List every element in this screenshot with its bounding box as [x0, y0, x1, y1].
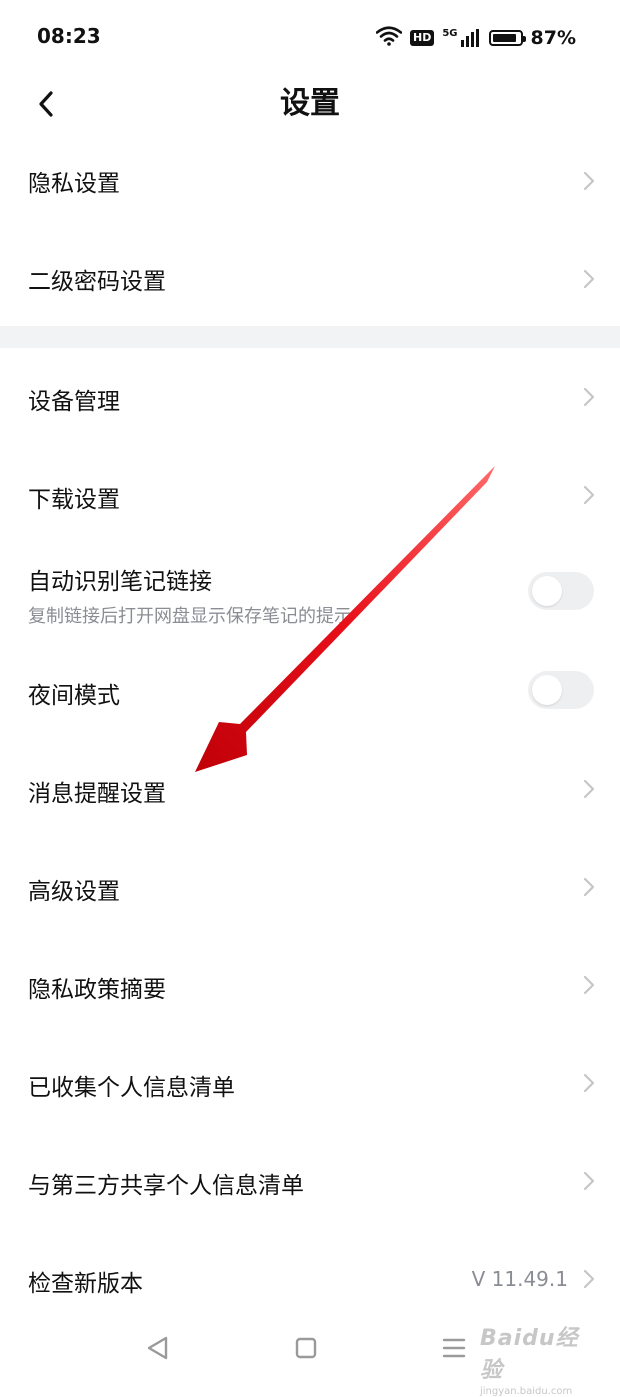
- settings-item-notification[interactable]: 消息提醒设置: [0, 740, 620, 838]
- settings-item-label: 高级设置: [28, 879, 120, 905]
- night-mode-toggle[interactable]: [528, 671, 594, 709]
- toggle-knob: [532, 675, 562, 705]
- menu-lines-icon: [442, 1338, 466, 1358]
- settings-item-label: 与第三方共享个人信息清单: [28, 1173, 304, 1199]
- settings-item-description: 复制链接后打开网盘显示保存笔记的提示: [28, 606, 352, 627]
- settings-item-collected-info-list[interactable]: 已收集个人信息清单: [0, 1034, 620, 1132]
- square-home-icon: [295, 1337, 317, 1359]
- settings-item-label: 消息提醒设置: [28, 781, 166, 807]
- settings-item-label: 下载设置: [28, 487, 120, 513]
- settings-item-night-mode: 夜间模式: [0, 644, 620, 742]
- chevron-right-icon: [583, 1073, 595, 1093]
- chevron-right-icon: [583, 1171, 595, 1191]
- chevron-right-icon: [583, 485, 595, 505]
- system-back-button[interactable]: [140, 1330, 176, 1366]
- chevron-right-icon: [583, 269, 595, 289]
- baidu-watermark: Baidu经验 jingyan.baidu.com: [480, 1320, 592, 1397]
- settings-item-auto-note-link: 自动识别笔记链接 复制链接后打开网盘显示保存笔记的提示: [0, 544, 620, 644]
- toggle-knob: [532, 576, 562, 606]
- settings-item-label: 检查新版本: [28, 1271, 143, 1297]
- settings-item-advanced[interactable]: 高级设置: [0, 838, 620, 936]
- watermark-url: jingyan.baidu.com: [480, 1386, 573, 1397]
- system-menu-button[interactable]: [436, 1330, 472, 1366]
- status-time: 08:23: [37, 24, 101, 48]
- page-title: 设置: [280, 86, 340, 121]
- settings-item-third-party-shared-list[interactable]: 与第三方共享个人信息清单: [0, 1132, 620, 1230]
- settings-item-secondary-password[interactable]: 二级密码设置: [0, 230, 620, 328]
- system-nav-bar: Baidu经验 jingyan.baidu.com: [0, 1312, 620, 1397]
- battery-percent: 87%: [530, 27, 576, 49]
- settings-item-download[interactable]: 下载设置: [0, 446, 620, 544]
- chevron-right-icon: [583, 171, 595, 191]
- chevron-right-icon: [583, 779, 595, 799]
- settings-item-label: 隐私政策摘要: [28, 977, 166, 1003]
- triangle-back-icon: [147, 1336, 168, 1360]
- auto-note-link-toggle[interactable]: [528, 572, 594, 610]
- chevron-right-icon: [583, 387, 595, 407]
- chevron-right-icon: [583, 877, 595, 897]
- battery-icon: [488, 30, 526, 46]
- settings-item-label: 自动识别笔记链接: [28, 569, 212, 595]
- cellular-signal-icon: 5G: [442, 29, 480, 47]
- hd-badge: HD: [410, 30, 435, 46]
- system-home-button[interactable]: [288, 1330, 324, 1366]
- settings-item-device-management[interactable]: 设备管理: [0, 348, 620, 446]
- chevron-right-icon: [583, 975, 595, 995]
- settings-item-privacy[interactable]: 隐私设置: [0, 132, 620, 230]
- settings-item-label: 隐私设置: [28, 171, 120, 197]
- status-icons: HD 5G 87%: [375, 24, 576, 52]
- network-type-label: 5G: [442, 28, 458, 39]
- settings-item-label: 夜间模式: [28, 683, 120, 709]
- settings-item-label: 已收集个人信息清单: [28, 1075, 235, 1101]
- nav-bar: 设置: [0, 76, 620, 132]
- chevron-right-icon: [583, 1269, 595, 1289]
- app-version: V 11.49.1: [471, 1267, 568, 1291]
- status-bar: 08:23 HD 5G 87%: [0, 0, 620, 76]
- settings-item-label: 设备管理: [28, 389, 120, 415]
- wifi-icon: [375, 25, 403, 51]
- section-divider: [0, 326, 620, 348]
- watermark-brand: Baidu经验: [480, 1326, 579, 1383]
- settings-item-privacy-policy-summary[interactable]: 隐私政策摘要: [0, 936, 620, 1034]
- battery-level-fill: [492, 34, 516, 42]
- settings-item-label: 二级密码设置: [28, 269, 166, 295]
